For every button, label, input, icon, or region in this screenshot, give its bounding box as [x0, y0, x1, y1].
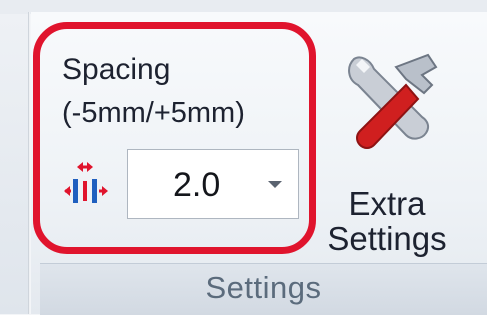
spacing-value: 2.0 — [173, 166, 221, 204]
extra-settings-label-line2: Settings — [327, 220, 447, 257]
extra-settings-label-line1: Extra — [348, 185, 426, 222]
spacing-arrows-icon — [64, 162, 108, 203]
extra-settings-button[interactable]: Extra Settings — [322, 20, 472, 260]
spacing-range-label: (-5mm/+5mm) — [62, 97, 245, 129]
group-label: Settings — [205, 270, 322, 305]
spacing-label: Spacing — [62, 53, 171, 86]
chevron-down-icon[interactable] — [268, 181, 282, 188]
spacing-dropdown[interactable]: 2.0 — [127, 149, 299, 219]
wrench-hammer-icon — [348, 53, 438, 149]
previous-ribbon-group — [0, 14, 28, 314]
group-separator — [28, 12, 30, 314]
